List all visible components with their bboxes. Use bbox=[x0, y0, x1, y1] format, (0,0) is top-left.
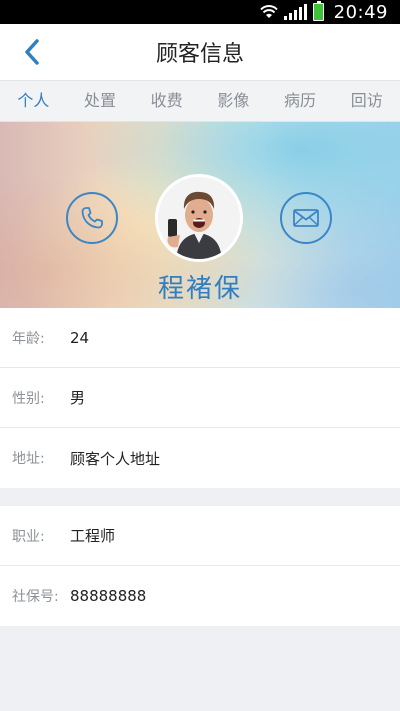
social-security-value: 88888888 bbox=[70, 587, 147, 605]
back-button[interactable] bbox=[12, 32, 52, 72]
chevron-left-icon bbox=[25, 39, 39, 65]
avatar bbox=[155, 174, 243, 262]
battery-icon bbox=[312, 1, 324, 21]
tab-followup[interactable]: 回访 bbox=[333, 81, 400, 121]
page-title: 顾客信息 bbox=[155, 42, 244, 67]
tab-bar: 个人 处置 收费 影像 病历 回访 bbox=[0, 80, 400, 122]
avatar-photo bbox=[158, 177, 240, 259]
message-button[interactable] bbox=[280, 192, 332, 244]
wifi-icon bbox=[259, 5, 278, 18]
gender-value: 男 bbox=[70, 389, 86, 407]
gender-row: 性别: 男 bbox=[0, 368, 400, 428]
address-label: 地址: bbox=[12, 451, 45, 467]
age-row: 年龄: 24 bbox=[0, 308, 400, 368]
social-security-row: 社保号: 88888888 bbox=[0, 566, 400, 626]
address-value: 顾客个人地址 bbox=[70, 449, 161, 468]
tab-records[interactable]: 病历 bbox=[267, 81, 334, 121]
status-time: 20:49 bbox=[333, 1, 388, 23]
tab-personal[interactable]: 个人 bbox=[0, 81, 67, 121]
tab-treatment[interactable]: 处置 bbox=[67, 81, 134, 121]
top-bar: 顾客信息 bbox=[0, 24, 400, 80]
social-security-label: 社保号: bbox=[12, 589, 59, 605]
tab-charges[interactable]: 收费 bbox=[133, 81, 200, 121]
job-label: 职业: bbox=[12, 528, 45, 545]
section-divider bbox=[0, 488, 400, 506]
status-bar: 20:49 bbox=[0, 0, 400, 24]
tab-images[interactable]: 影像 bbox=[200, 81, 267, 121]
profile-banner: 程褚保 bbox=[0, 122, 400, 308]
phone-icon bbox=[81, 207, 103, 229]
customer-name: 程褚保 bbox=[157, 274, 242, 304]
work-info-section: 职业: 工程师 社保号: 88888888 bbox=[0, 506, 400, 626]
mail-icon bbox=[293, 209, 319, 227]
address-row: 地址: 顾客个人地址 bbox=[0, 428, 400, 488]
gender-label: 性别: bbox=[12, 390, 45, 407]
age-label: 年龄: bbox=[12, 330, 45, 347]
job-value: 工程师 bbox=[70, 527, 116, 545]
signal-icon bbox=[283, 4, 307, 20]
basic-info-section: 年龄: 24 性别: 男 地址: 顾客个人地址 bbox=[0, 308, 400, 488]
age-value: 24 bbox=[70, 328, 90, 347]
call-button[interactable] bbox=[66, 192, 118, 244]
job-row: 职业: 工程师 bbox=[0, 506, 400, 566]
